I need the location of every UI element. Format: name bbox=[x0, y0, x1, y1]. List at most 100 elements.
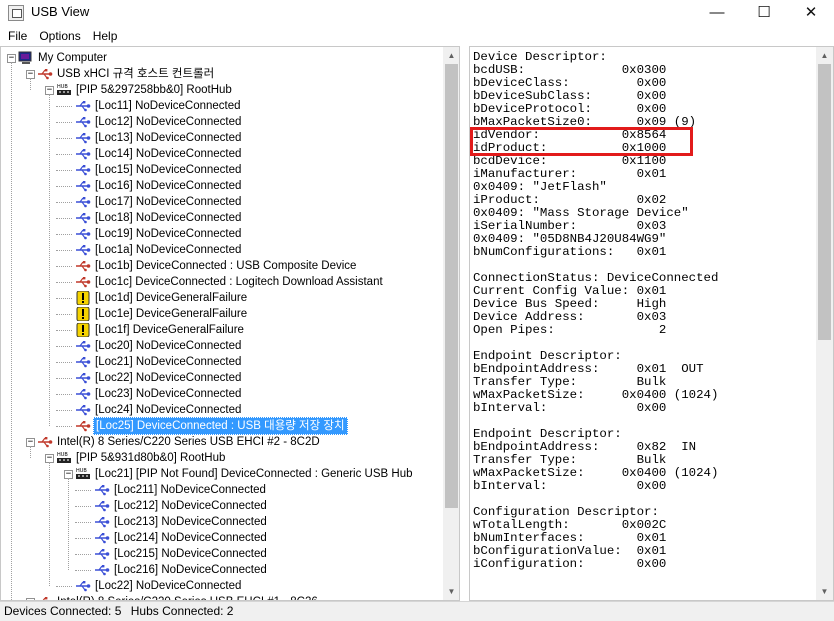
tree-item-label: [Loc24] NoDeviceConnected bbox=[95, 404, 242, 416]
tree-item[interactable]: [Loc18] NoDeviceConnected bbox=[75, 210, 243, 226]
tree-connector bbox=[30, 446, 31, 458]
scroll-up-icon[interactable]: ▲ bbox=[816, 47, 833, 64]
tree-scrollbar[interactable]: ▲ ▼ bbox=[443, 47, 459, 600]
tree-item[interactable]: [Loc21] NoDeviceConnected bbox=[75, 354, 243, 370]
tree-item[interactable]: [Loc17] NoDeviceConnected bbox=[75, 194, 243, 210]
tree-item[interactable]: − HUB [PIP 5&297258bb&0] RootHub bbox=[45, 82, 234, 98]
usb-port-icon bbox=[75, 195, 91, 209]
tree-connector bbox=[75, 490, 91, 491]
tree-item-label: [Loc13] NoDeviceConnected bbox=[95, 132, 242, 144]
tree-item[interactable]: [Loc214] NoDeviceConnected bbox=[94, 530, 269, 546]
descriptor-scroll-thumb[interactable] bbox=[818, 64, 831, 340]
tree-item[interactable]: [Loc1c] DeviceConnected : Logitech Downl… bbox=[75, 274, 385, 290]
tree-item-label: Intel(R) 8 Series/C220 Series USB EHCI #… bbox=[57, 436, 320, 448]
tree-item-label: [Loc1f] DeviceGeneralFailure bbox=[95, 324, 244, 336]
descriptor-line: bNumConfigurations: 0x01 bbox=[473, 245, 667, 259]
tree-item[interactable]: [Loc212] NoDeviceConnected bbox=[94, 498, 269, 514]
tree-connector bbox=[56, 282, 72, 283]
tree-item-label: [Loc22] NoDeviceConnected bbox=[95, 372, 242, 384]
tree-connector bbox=[56, 106, 72, 107]
tree-item-label: My Computer bbox=[38, 52, 108, 64]
tree-item-label: [Loc21] NoDeviceConnected bbox=[95, 356, 242, 368]
warning-icon bbox=[75, 291, 91, 305]
svg-text:HUB: HUB bbox=[57, 84, 68, 90]
svg-text:HUB: HUB bbox=[57, 452, 68, 458]
device-tree[interactable]: − My Computer − USB xHCI 규격 호스트 컨트롤러 − HUB [PI… bbox=[1, 47, 443, 600]
tree-item[interactable]: [Loc215] NoDeviceConnected bbox=[94, 546, 269, 562]
tree-connector bbox=[56, 266, 72, 267]
usb-port-icon bbox=[75, 371, 91, 385]
tree-item[interactable]: [Loc1d] DeviceGeneralFailure bbox=[75, 290, 249, 306]
tree-connector bbox=[75, 522, 91, 523]
tree-item[interactable]: [Loc23] NoDeviceConnected bbox=[75, 386, 243, 402]
tree-connector bbox=[75, 506, 91, 507]
tree-item[interactable]: [Loc20] NoDeviceConnected bbox=[75, 338, 243, 354]
tree-item[interactable]: [Loc24] NoDeviceConnected bbox=[75, 402, 243, 418]
tree-connector bbox=[49, 462, 50, 586]
usb-port-icon bbox=[75, 579, 91, 593]
scroll-down-icon[interactable]: ▼ bbox=[816, 583, 833, 600]
tree-item-label: [Loc22] NoDeviceConnected bbox=[95, 580, 242, 592]
tree-item[interactable]: − HUB [Loc21] [PIP Not Found] DeviceConnec… bbox=[64, 466, 415, 482]
tree-connector bbox=[56, 586, 72, 587]
tree-item[interactable]: [Loc11] NoDeviceConnected bbox=[75, 98, 243, 114]
usb-port-icon bbox=[75, 131, 91, 145]
tree-item[interactable]: [Loc22] NoDeviceConnected bbox=[75, 578, 243, 594]
menu-file[interactable]: File bbox=[2, 29, 33, 43]
tree-item[interactable]: [Loc211] NoDeviceConnected bbox=[94, 482, 268, 498]
tree-item[interactable]: [Loc19] NoDeviceConnected bbox=[75, 226, 243, 242]
tree-connector bbox=[75, 570, 91, 571]
menu-help[interactable]: Help bbox=[87, 29, 124, 43]
tree-item-label: [Loc12] NoDeviceConnected bbox=[95, 116, 242, 128]
usb-port-icon bbox=[75, 339, 91, 353]
scroll-up-icon[interactable]: ▲ bbox=[443, 47, 459, 64]
tree-item[interactable]: [Loc12] NoDeviceConnected bbox=[75, 114, 243, 130]
tree-scroll-thumb[interactable] bbox=[445, 64, 458, 508]
tree-item-label: [Loc15] NoDeviceConnected bbox=[95, 164, 242, 176]
scroll-down-icon[interactable]: ▼ bbox=[443, 583, 459, 600]
tree-item[interactable]: [Loc14] NoDeviceConnected bbox=[75, 146, 243, 162]
close-button[interactable]: ✕ bbox=[788, 0, 834, 24]
tree-item[interactable]: [Loc15] NoDeviceConnected bbox=[75, 162, 243, 178]
usb-port-icon bbox=[75, 115, 91, 129]
tree-item-label: [PIP 5&297258bb&0] RootHub bbox=[76, 84, 232, 96]
tree-item[interactable]: [Loc1e] DeviceGeneralFailure bbox=[75, 306, 249, 322]
tree-item[interactable]: [Loc25] DeviceConnected : USB 대용량 저장 장치 bbox=[75, 417, 348, 435]
usb-port-icon bbox=[75, 243, 91, 257]
tree-item[interactable]: [Loc22] NoDeviceConnected bbox=[75, 370, 243, 386]
tree-item-label: [Loc23] NoDeviceConnected bbox=[95, 388, 242, 400]
tree-item[interactable]: [Loc1f] DeviceGeneralFailure bbox=[75, 322, 246, 338]
usb-device-icon bbox=[75, 419, 91, 433]
menu-options[interactable]: Options bbox=[33, 29, 86, 43]
tree-item[interactable]: − USB xHCI 규격 호스트 컨트롤러 bbox=[26, 66, 216, 82]
tree-connector bbox=[56, 410, 72, 411]
device-tree-pane: − My Computer − USB xHCI 규격 호스트 컨트롤러 − HUB [PI… bbox=[0, 46, 460, 601]
tree-connector bbox=[49, 94, 50, 426]
hubs-connected-status: Hubs Connected: 2 bbox=[130, 604, 234, 618]
window-title: USB View bbox=[31, 4, 90, 19]
tree-item[interactable]: −Intel(R) 8 Series/C220 Series USB EHCI … bbox=[26, 594, 320, 600]
tree-root[interactable]: − My Computer bbox=[7, 50, 109, 66]
tree-item[interactable]: [Loc16] NoDeviceConnected bbox=[75, 178, 243, 194]
tree-item[interactable]: [Loc213] NoDeviceConnected bbox=[94, 514, 269, 530]
tree-item[interactable]: − HUB [PIP 5&931d80b&0] RootHub bbox=[45, 450, 227, 466]
tree-item[interactable]: [Loc216] NoDeviceConnected bbox=[94, 562, 269, 578]
tree-item-label: [Loc19] NoDeviceConnected bbox=[95, 228, 242, 240]
tree-connector bbox=[56, 218, 72, 219]
minimize-button[interactable]: — bbox=[694, 0, 740, 24]
collapse-toggle-icon[interactable]: − bbox=[26, 597, 35, 600]
usb-device-icon bbox=[75, 259, 91, 273]
usb-port-icon bbox=[94, 499, 110, 513]
usb-port-icon bbox=[75, 227, 91, 241]
tree-item[interactable]: [Loc1b] DeviceConnected : USB Composite … bbox=[75, 258, 358, 274]
tree-item[interactable]: [Loc13] NoDeviceConnected bbox=[75, 130, 243, 146]
descriptor-scrollbar[interactable]: ▲ ▼ bbox=[816, 47, 833, 600]
tree-item[interactable]: [Loc1a] NoDeviceConnected bbox=[75, 242, 243, 258]
tree-item[interactable]: −Intel(R) 8 Series/C220 Series USB EHCI … bbox=[26, 434, 322, 450]
tree-item-label: [Loc213] NoDeviceConnected bbox=[114, 516, 267, 528]
hub-icon: HUB bbox=[75, 467, 91, 481]
maximize-button[interactable]: ☐ bbox=[741, 0, 787, 24]
tree-connector bbox=[56, 346, 72, 347]
tree-connector bbox=[56, 362, 72, 363]
descriptor-line: bInterval: 0x00 bbox=[473, 479, 667, 493]
